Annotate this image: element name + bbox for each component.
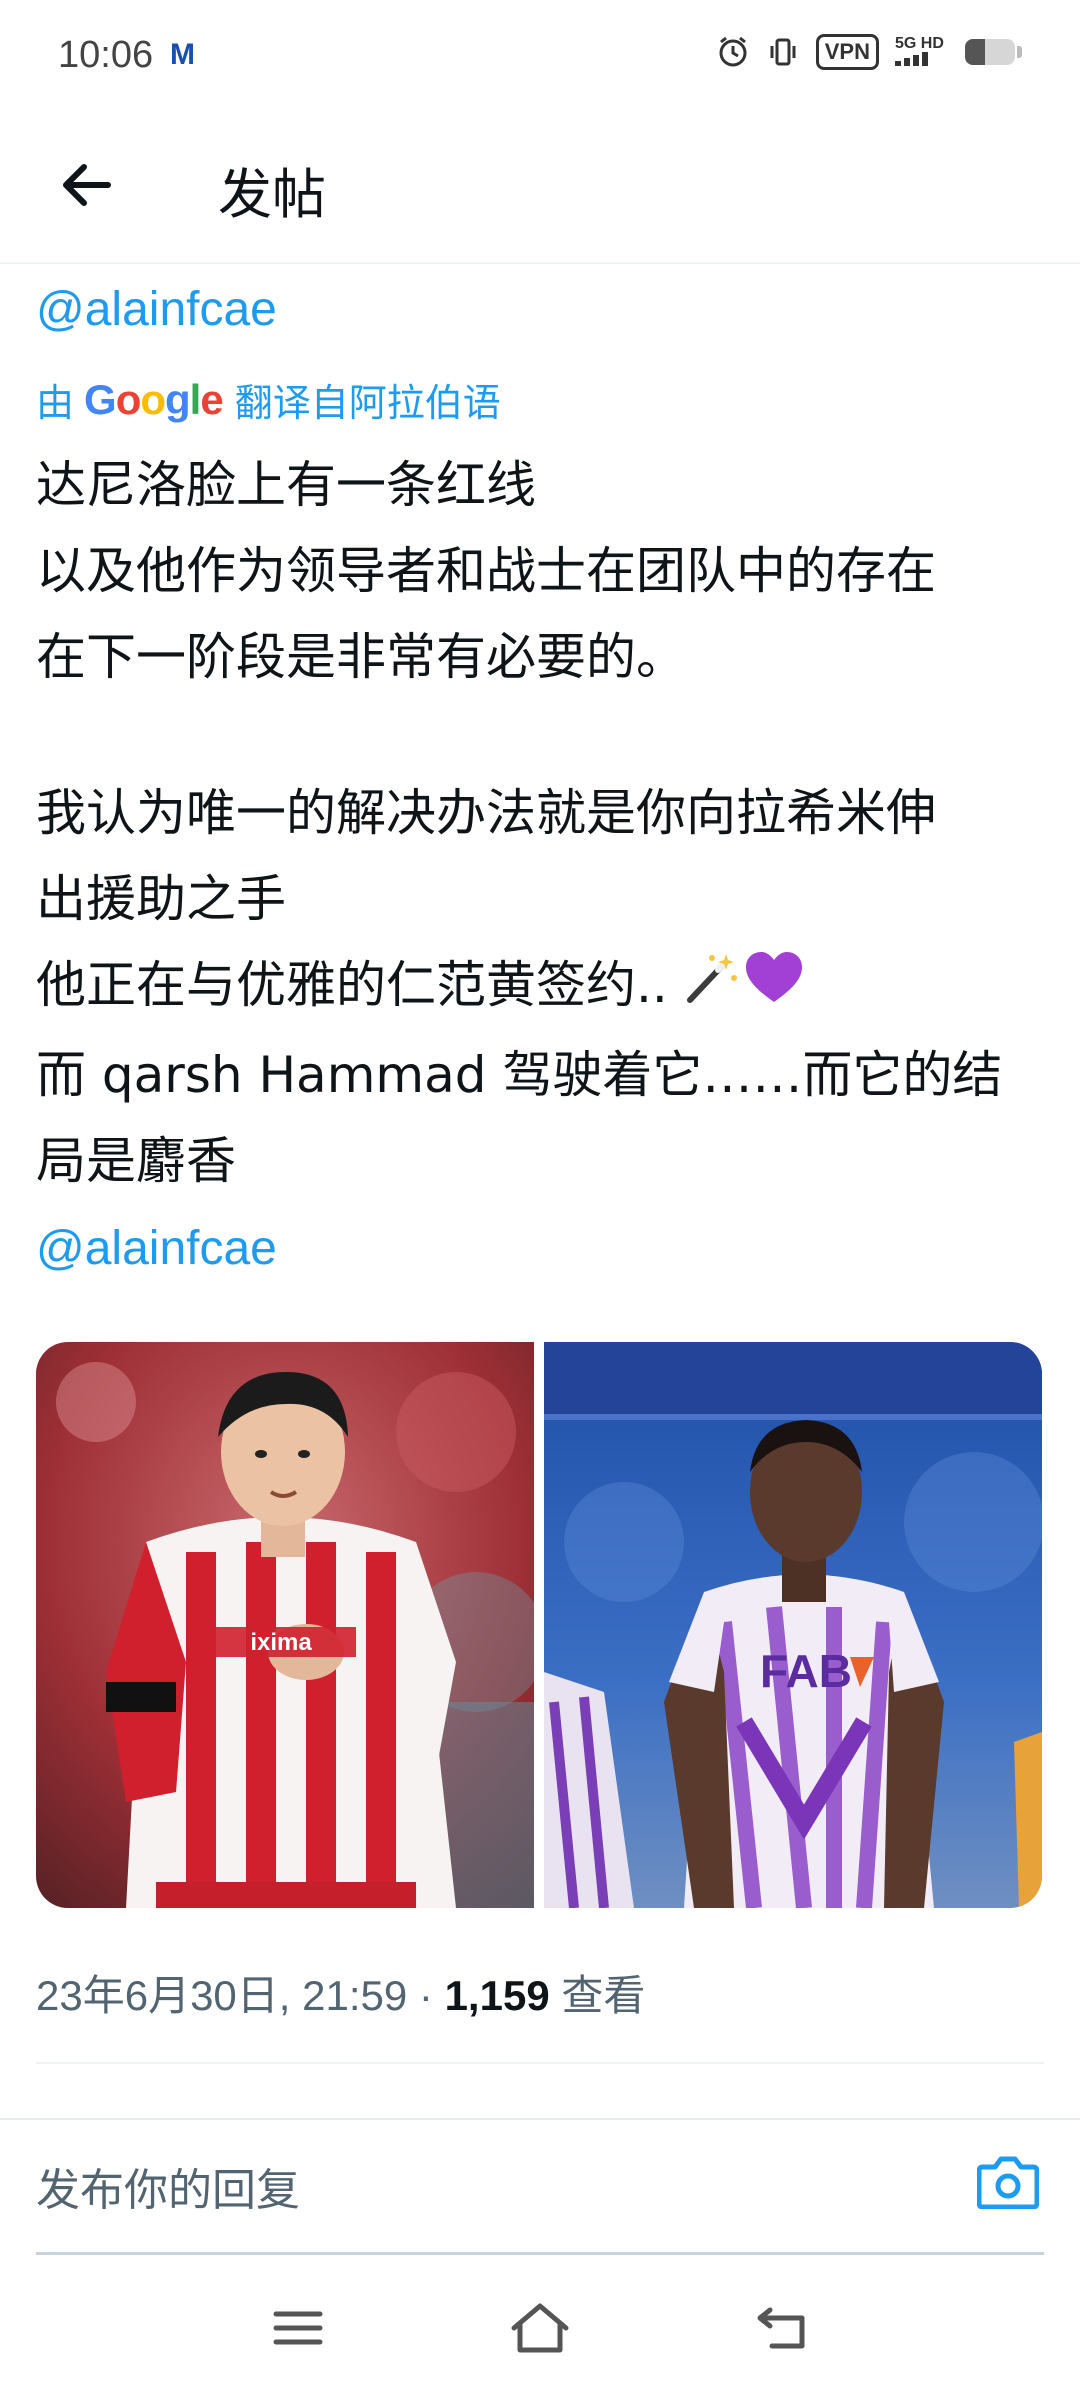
status-bar: 10:06 M VPN 5G HD: [0, 0, 1080, 110]
media-photo-red-white-player[interactable]: ixima: [36, 1342, 534, 1908]
reply-input[interactable]: 发布你的回复: [36, 2154, 300, 2218]
tweet-detail: @alainfcae 由 Google 翻译自阿拉伯语 达尼洛脸上有一条红线 以…: [0, 262, 1080, 2122]
back-button[interactable]: [46, 145, 126, 225]
tweet-line: 我认为唯一的解决办法就是你向拉希米伸: [36, 784, 936, 842]
page-title: 发帖: [218, 163, 326, 226]
arrow-left-icon: [63, 164, 111, 206]
tweet-line: 达尼洛脸上有一条红线: [36, 456, 536, 514]
vibrate-icon: [766, 35, 800, 69]
menu-icon: [273, 2311, 323, 2345]
mention-link[interactable]: @alainfcae: [36, 1222, 277, 1275]
media-photo-purple-white-player[interactable]: FAB: [544, 1342, 1042, 1908]
google-logo: Google: [84, 375, 224, 423]
notification-icon: M: [170, 38, 195, 71]
app-header: 发帖: [0, 110, 1080, 264]
network-indicator: 5G HD: [895, 35, 949, 70]
home-icon: [511, 2303, 569, 2353]
tweet-text: 达尼洛脸上有一条红线 以及他作为领导者和战士在团队中的存在 在下一阶段是非常有必…: [36, 442, 1046, 1292]
status-icons: VPN 5G HD: [716, 34, 1022, 70]
tweet-line: 在下一阶段是非常有必要的。: [36, 628, 686, 686]
tweet-media: ixima FAB: [36, 1342, 1042, 1908]
views-label: 查看: [561, 1972, 646, 2019]
home-button[interactable]: [500, 2296, 580, 2360]
meta-separator: ·: [418, 1972, 433, 2019]
tweet-date: 23年6月30日, 21:59: [36, 1972, 408, 2019]
reply-bar: 发布你的回复: [0, 2118, 1080, 2258]
translated-prefix: 由: [36, 381, 75, 425]
tweet-meta: 23年6月30日, 21:59 · 1,159 查看: [36, 1962, 645, 2023]
tweet-line: 他正在与优雅的仁范黄签约..: [36, 956, 668, 1014]
tweet-line: 局是麝香: [36, 1131, 236, 1190]
purple-heart-icon: [744, 946, 804, 1032]
camera-button[interactable]: [972, 2146, 1044, 2218]
return-icon: [757, 2307, 805, 2349]
alarm-icon: [716, 35, 750, 69]
network-label: 5G HD: [895, 34, 944, 52]
battery-icon: [965, 39, 1015, 65]
magic-wand-icon: [682, 946, 738, 1032]
system-nav-bar: [0, 2256, 1080, 2400]
translated-suffix: 翻译自阿拉伯语: [234, 381, 501, 425]
svg-text:ixima: ixima: [250, 1629, 312, 1656]
status-time: 10:06: [58, 34, 154, 76]
mention-link[interactable]: @alainfcae: [36, 282, 277, 337]
tweet-line: 而 qarsh Hammad 驾驶着它……而它的结: [36, 1045, 1003, 1104]
translation-notice[interactable]: 由 Google 翻译自阿拉伯语: [36, 372, 501, 427]
tweet-line: 出援助之手: [36, 870, 286, 928]
vpn-badge: VPN: [815, 34, 879, 70]
back-nav-button[interactable]: [742, 2296, 822, 2360]
divider: [36, 2062, 1044, 2064]
menu-button[interactable]: [258, 2296, 338, 2360]
views-count: 1,159: [444, 1972, 550, 2019]
tweet-line: 以及他作为领导者和战士在团队中的存在: [36, 542, 936, 600]
svg-text:FAB: FAB: [760, 1645, 852, 1697]
camera-icon: [977, 2156, 1039, 2209]
tweet-line-emoji: 他正在与优雅的仁范黄签约..: [36, 942, 1046, 1032]
